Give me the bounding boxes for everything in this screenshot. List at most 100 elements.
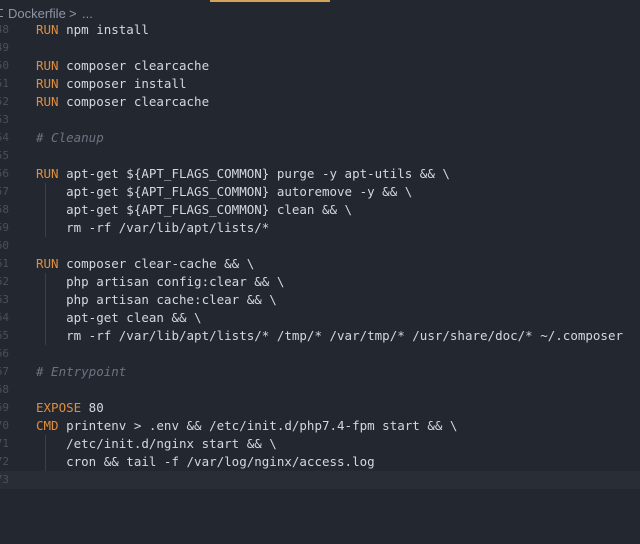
code-text: rm -rf /var/lib/apt/lists/* /tmp/* /var/… (36, 327, 623, 345)
line-number: 55 (0, 149, 9, 162)
line-number: 48 (0, 23, 9, 36)
code-line[interactable]: 58 apt-get ${APT_FLAGS_COMMON} clean && … (0, 201, 640, 219)
line-number: 66 (0, 347, 9, 360)
line-number: 61 (0, 257, 9, 270)
text-token: composer clearcache (58, 94, 210, 109)
line-number: 68 (0, 383, 9, 396)
line-number: 57 (0, 185, 9, 198)
keyword-token: RUN (36, 76, 59, 91)
code-text: php artisan cache:clear && \ (36, 291, 277, 309)
keyword-token: RUN (36, 58, 59, 73)
line-number: 62 (0, 275, 9, 288)
file-icon (0, 9, 3, 17)
code-line[interactable]: 63 php artisan cache:clear && \ (0, 291, 640, 309)
line-number: 52 (0, 95, 9, 108)
chevron-right-icon: > (69, 6, 77, 21)
code-text: # Cleanup (36, 129, 104, 147)
line-number: 54 (0, 131, 9, 144)
code-text: apt-get clean && \ (36, 309, 202, 327)
keyword-token: EXPOSE (36, 400, 82, 415)
code-line[interactable]: 52 RUN composer clearcache (0, 93, 640, 111)
line-number: 51 (0, 77, 9, 90)
code-text: RUN composer clearcache (36, 93, 209, 111)
line-number: 63 (0, 293, 9, 306)
text-token: npm install (58, 22, 149, 37)
keyword-token: RUN (36, 166, 59, 181)
indent-guide (45, 183, 46, 237)
comment-token: # Entrypoint (36, 364, 127, 379)
code-line[interactable]: 65 rm -rf /var/lib/apt/lists/* /tmp/* /v… (0, 327, 640, 345)
line-number: 70 (0, 419, 9, 432)
keyword-token: RUN (36, 22, 59, 37)
text-token: composer clear-cache && \ (58, 256, 255, 271)
code-text: RUN npm install (36, 21, 149, 39)
code-text: RUN apt-get ${APT_FLAGS_COMMON} purge -y… (36, 165, 450, 183)
text-token: composer clearcache (58, 58, 210, 73)
code-text: RUN composer clearcache (36, 57, 209, 75)
text-token: 80 (81, 400, 104, 415)
code-text: apt-get ${APT_FLAGS_COMMON} autoremove -… (36, 183, 412, 201)
code-line[interactable]: 50 RUN composer clearcache (0, 57, 640, 75)
text-token: rm -rf /var/lib/apt/lists/* (36, 220, 270, 235)
line-number: 73 (0, 473, 9, 486)
text-token: apt-get ${APT_FLAGS_COMMON} purge -y apt… (58, 166, 450, 181)
text-token: /etc/init.d/nginx start && \ (36, 436, 277, 451)
breadcrumb-file[interactable]: Dockerfile (8, 6, 66, 21)
line-number: 71 (0, 437, 9, 450)
active-tab-indicator (210, 0, 330, 2)
text-token: printenv > .env && /etc/init.d/php7.4-fp… (58, 418, 458, 433)
code-line[interactable]: 69 EXPOSE 80 (0, 399, 640, 417)
text-token: apt-get clean && \ (36, 310, 202, 325)
text-token: apt-get ${APT_FLAGS_COMMON} clean && \ (36, 202, 353, 217)
line-number: 64 (0, 311, 9, 324)
line-number: 53 (0, 113, 9, 126)
breadcrumb-more[interactable]: ... (82, 6, 93, 21)
code-line[interactable]: 73 (0, 471, 640, 489)
line-number: 50 (0, 59, 9, 72)
comment-token: # Cleanup (36, 130, 104, 145)
text-token: apt-get ${APT_FLAGS_COMMON} autoremove -… (36, 184, 413, 199)
line-number: 67 (0, 365, 9, 378)
code-line[interactable]: 59 rm -rf /var/lib/apt/lists/* (0, 219, 640, 237)
code-line[interactable]: 49 (0, 39, 640, 57)
code-line[interactable]: 53 (0, 111, 640, 129)
keyword-token: RUN (36, 256, 59, 271)
code-line[interactable]: 67 # Entrypoint (0, 363, 640, 381)
text-token: php artisan cache:clear && \ (36, 292, 277, 307)
code-text: rm -rf /var/lib/apt/lists/* (36, 219, 269, 237)
code-line[interactable]: 70 CMD printenv > .env && /etc/init.d/php… (0, 417, 640, 435)
code-line[interactable]: 72 cron && tail -f /var/log/nginx/access… (0, 453, 640, 471)
line-number: 59 (0, 221, 9, 234)
code-line[interactable]: 48 RUN npm install (0, 21, 640, 39)
line-number: 58 (0, 203, 9, 216)
line-number: 69 (0, 401, 9, 414)
indent-guide (45, 273, 46, 345)
text-token: php artisan config:clear && \ (36, 274, 285, 289)
code-line[interactable]: 64 apt-get clean && \ (0, 309, 640, 327)
line-number: 56 (0, 167, 9, 180)
line-number: 65 (0, 329, 9, 342)
code-line[interactable]: 62 php artisan config:clear && \ (0, 273, 640, 291)
code-text: RUN composer install (36, 75, 187, 93)
text-token: cron && tail -f /var/log/nginx/access.lo… (36, 454, 375, 469)
code-editor[interactable]: 48 RUN npm install 49 50 RUN composer clearc… (0, 21, 640, 489)
code-line[interactable]: 66 (0, 345, 640, 363)
line-number: 72 (0, 455, 9, 468)
code-line[interactable]: 68 (0, 381, 640, 399)
code-text: cron && tail -f /var/log/nginx/access.lo… (36, 453, 375, 471)
code-line[interactable]: 55 (0, 147, 640, 165)
code-line[interactable]: 71 /etc/init.d/nginx start && \ (0, 435, 640, 453)
line-number: 60 (0, 239, 9, 252)
code-line[interactable]: 51 RUN composer install (0, 75, 640, 93)
code-text: # Entrypoint (36, 363, 126, 381)
code-text: EXPOSE 80 (36, 399, 104, 417)
indent-guide (45, 435, 46, 471)
code-line[interactable]: 61 RUN composer clear-cache && \ (0, 255, 640, 273)
code-line[interactable]: 60 (0, 237, 640, 255)
code-text: apt-get ${APT_FLAGS_COMMON} clean && \ (36, 201, 352, 219)
code-line[interactable]: 54 # Cleanup (0, 129, 640, 147)
code-line[interactable]: 56 RUN apt-get ${APT_FLAGS_COMMON} purge … (0, 165, 640, 183)
code-line[interactable]: 57 apt-get ${APT_FLAGS_COMMON} autoremov… (0, 183, 640, 201)
code-text: php artisan config:clear && \ (36, 273, 284, 291)
keyword-token: CMD (36, 418, 59, 433)
